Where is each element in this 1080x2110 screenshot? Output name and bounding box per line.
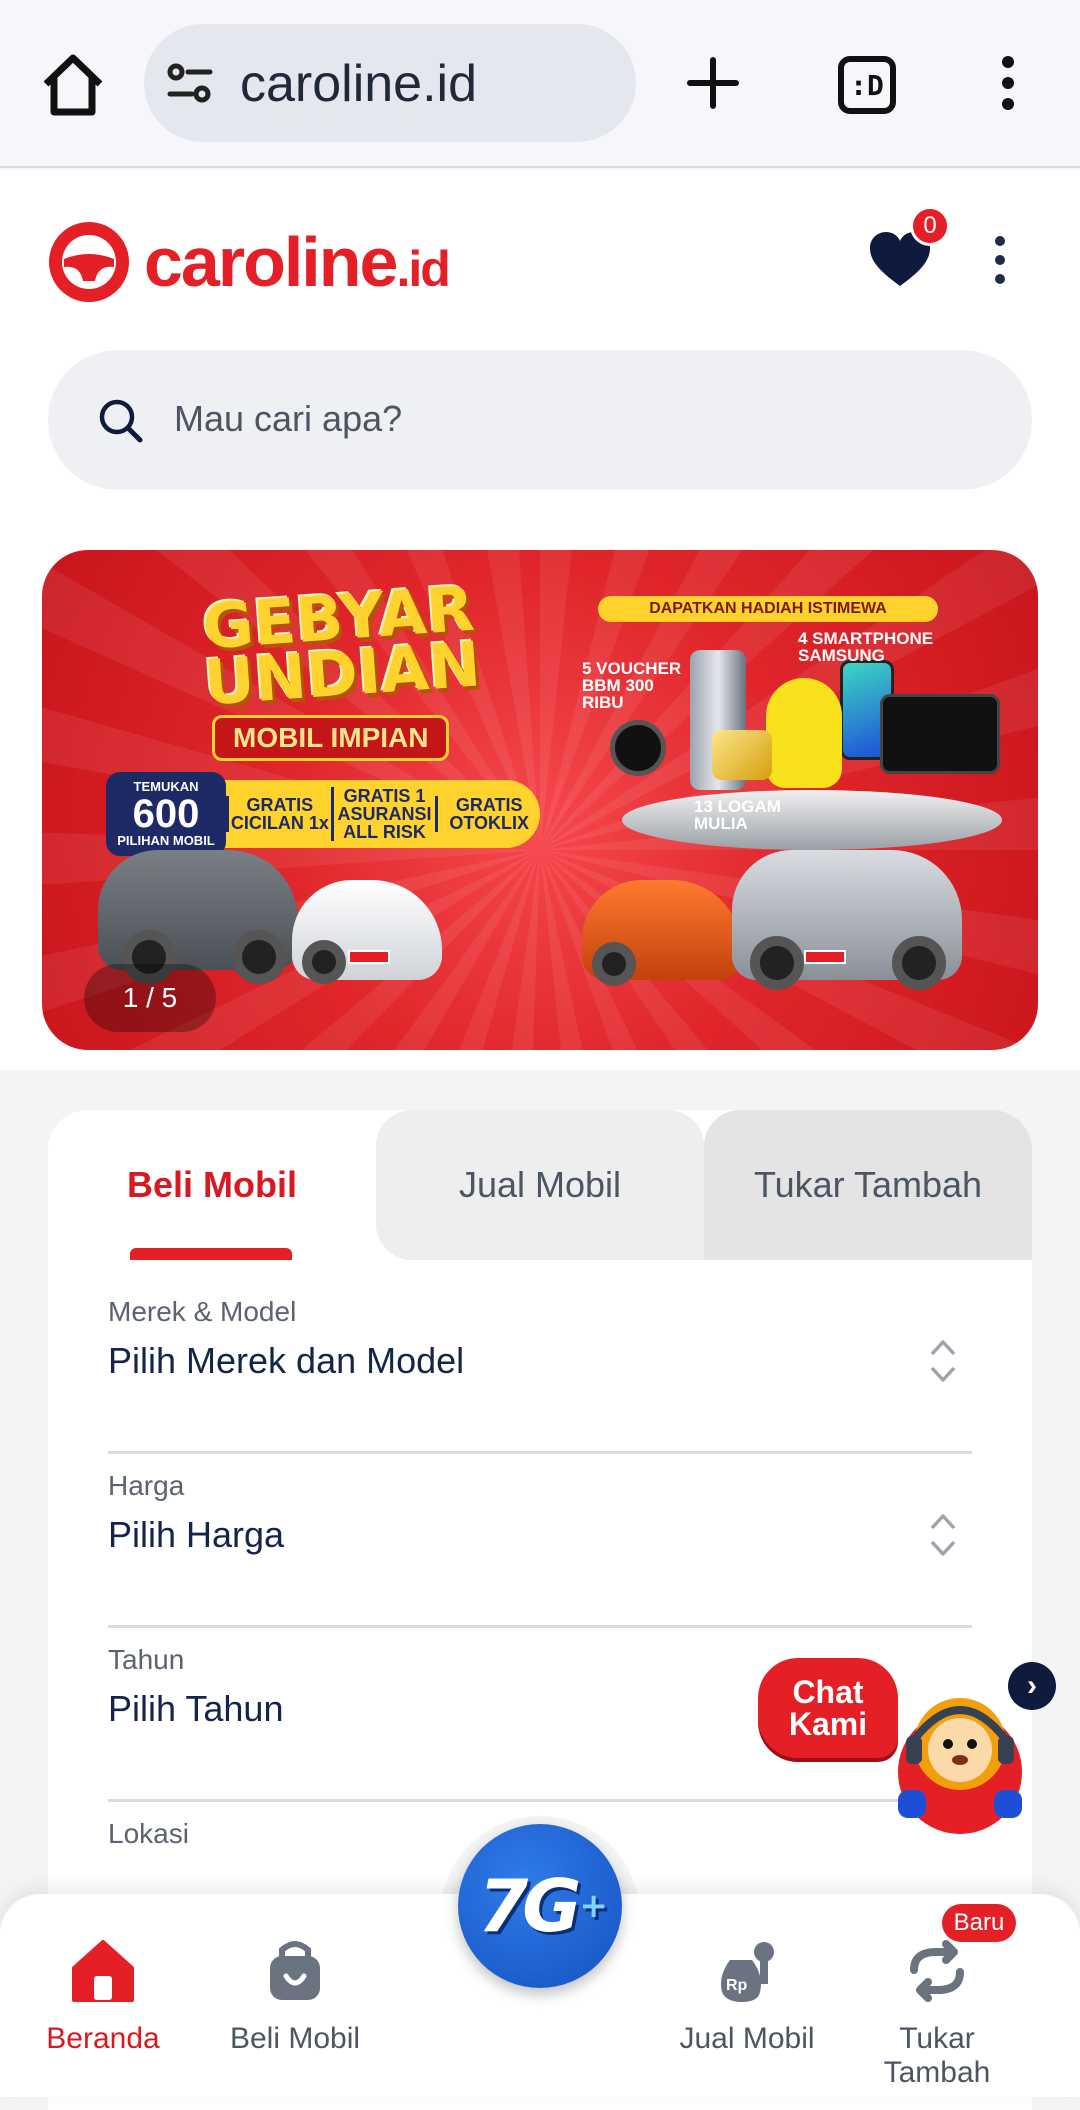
promo-banner[interactable]: GEBYAR UNDIAN MOBIL IMPIAN TEMUKAN 600 P… — [42, 550, 1038, 1050]
nav-beranda[interactable]: Beranda — [8, 1936, 198, 2056]
7g-promo-button[interactable]: 7G + — [458, 1824, 622, 1988]
field-value: Pilih Merek dan Model — [108, 1340, 465, 1381]
scooter-prize — [766, 678, 842, 788]
browser-menu-icon[interactable] — [996, 56, 1020, 112]
field-label: Tahun — [108, 1644, 185, 1675]
carousel-pager: 1 / 5 — [84, 964, 216, 1032]
field-label: Harga — [108, 1470, 185, 1501]
nav-label: Beranda — [46, 2022, 160, 2055]
steering-wheel-icon — [49, 222, 129, 302]
tv-prize — [880, 694, 1000, 774]
address-bar[interactable]: caroline.id — [144, 24, 636, 142]
chevron-up-down-icon — [930, 1340, 956, 1382]
tab-switcher-button[interactable]: :D — [838, 56, 896, 114]
field-value: Pilih Tahun — [108, 1688, 284, 1729]
search-bar[interactable] — [48, 350, 1032, 490]
nav-tukar-tambah[interactable]: Tukar Tambah — [842, 1936, 1032, 2090]
plus-icon[interactable] — [686, 56, 740, 110]
search-input[interactable] — [174, 384, 974, 454]
promo-carousel: GEBYAR UNDIAN MOBIL IMPIAN TEMUKAN 600 P… — [0, 530, 1080, 1070]
home-icon[interactable] — [38, 52, 108, 118]
logo-suffix: .id — [396, 241, 450, 297]
nav-beli-mobil[interactable]: Beli Mobil — [200, 1936, 390, 2056]
wishlist-count-badge: 0 — [910, 206, 950, 246]
new-badge: Baru — [942, 1904, 1016, 1942]
tab-jual-mobil[interactable]: Jual Mobil — [376, 1110, 704, 1260]
brand-model-select[interactable]: Merek & Model Pilih Merek dan Model — [108, 1280, 972, 1454]
shopping-bag-icon — [270, 1941, 320, 2000]
chat-button[interactable]: Chat Kami — [758, 1658, 898, 1758]
banner-prize-heading: DAPATKAN HADIAH ISTIMEWA — [598, 596, 938, 622]
site-settings-icon[interactable] — [166, 62, 214, 106]
nav-jual-mobil[interactable]: Rp Jual Mobil — [652, 1936, 842, 2056]
gold-prize — [712, 730, 772, 780]
svg-text:Rp: Rp — [726, 1977, 748, 1994]
url-text: caroline.id — [240, 55, 478, 113]
exchange-icon — [910, 1940, 964, 2002]
logo-text: caroline — [144, 223, 398, 301]
nav-label: Jual Mobil — [679, 2022, 815, 2055]
nav-label: Beli Mobil — [229, 2022, 361, 2055]
home-icon — [72, 1940, 134, 2002]
nav-label: Tukar Tambah — [883, 2022, 991, 2089]
tab-tukar-tambah[interactable]: Tukar Tambah — [704, 1110, 1032, 1260]
browser-toolbar: caroline.id :D — [0, 0, 1080, 168]
price-select[interactable]: Harga Pilih Harga — [108, 1454, 972, 1628]
field-label: Lokasi — [108, 1818, 189, 1849]
site-header: caroline.id 0 — [0, 170, 1080, 350]
search-section — [0, 350, 1080, 530]
banner-title: GEBYAR UNDIAN — [200, 571, 483, 720]
search-icon — [99, 399, 143, 443]
site-menu-icon[interactable] — [995, 236, 1009, 293]
banner-subtitle: MOBIL IMPIAN — [212, 715, 450, 761]
field-value: Pilih Harga — [108, 1514, 285, 1555]
chevron-up-down-icon — [930, 1514, 956, 1556]
watch-prize — [610, 720, 666, 776]
caroline-logo[interactable]: caroline.id — [46, 216, 451, 308]
money-bag-icon: Rp — [721, 1942, 774, 2002]
service-tabs: Beli Mobil Jual Mobil Tukar Tambah — [48, 1110, 1032, 1260]
field-label: Merek & Model — [108, 1296, 297, 1327]
banner-promo-strip: TEMUKAN 600 PILIHAN MOBIL GRATIS CICILAN… — [106, 772, 540, 856]
tab-beli-mobil[interactable]: Beli Mobil — [48, 1110, 376, 1260]
chevron-right-icon[interactable]: › — [1008, 1662, 1056, 1710]
